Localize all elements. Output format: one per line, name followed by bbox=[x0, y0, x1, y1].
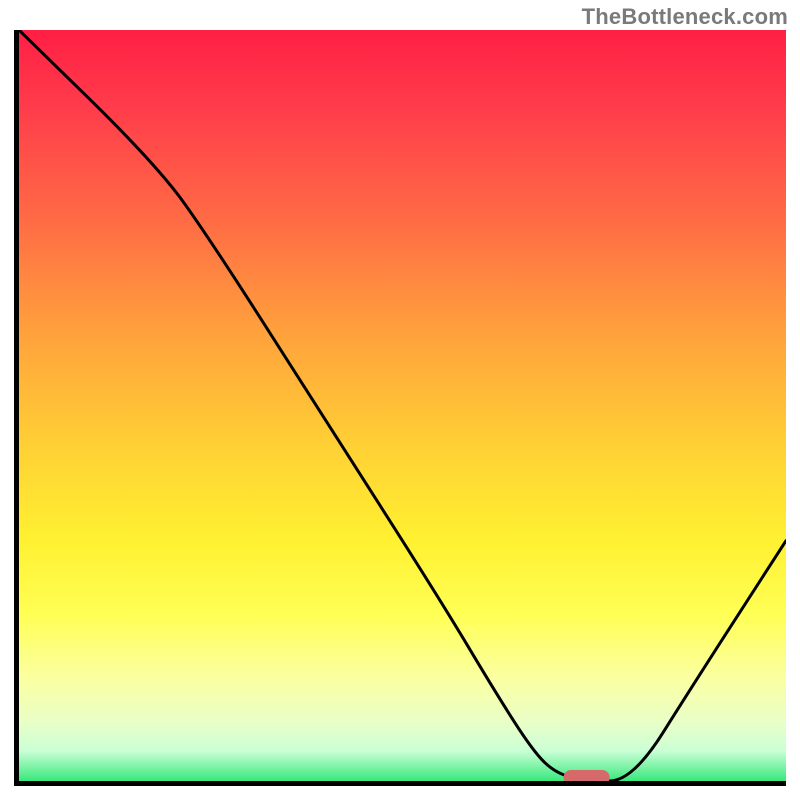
x-axis bbox=[14, 781, 786, 786]
plot-area bbox=[14, 30, 786, 786]
curve-layer bbox=[19, 30, 786, 781]
watermark-text: TheBottleneck.com bbox=[582, 4, 788, 30]
y-axis bbox=[14, 30, 19, 786]
chart-container: TheBottleneck.com bbox=[0, 0, 800, 800]
optimal-marker bbox=[564, 770, 610, 781]
bottleneck-curve bbox=[19, 30, 786, 781]
